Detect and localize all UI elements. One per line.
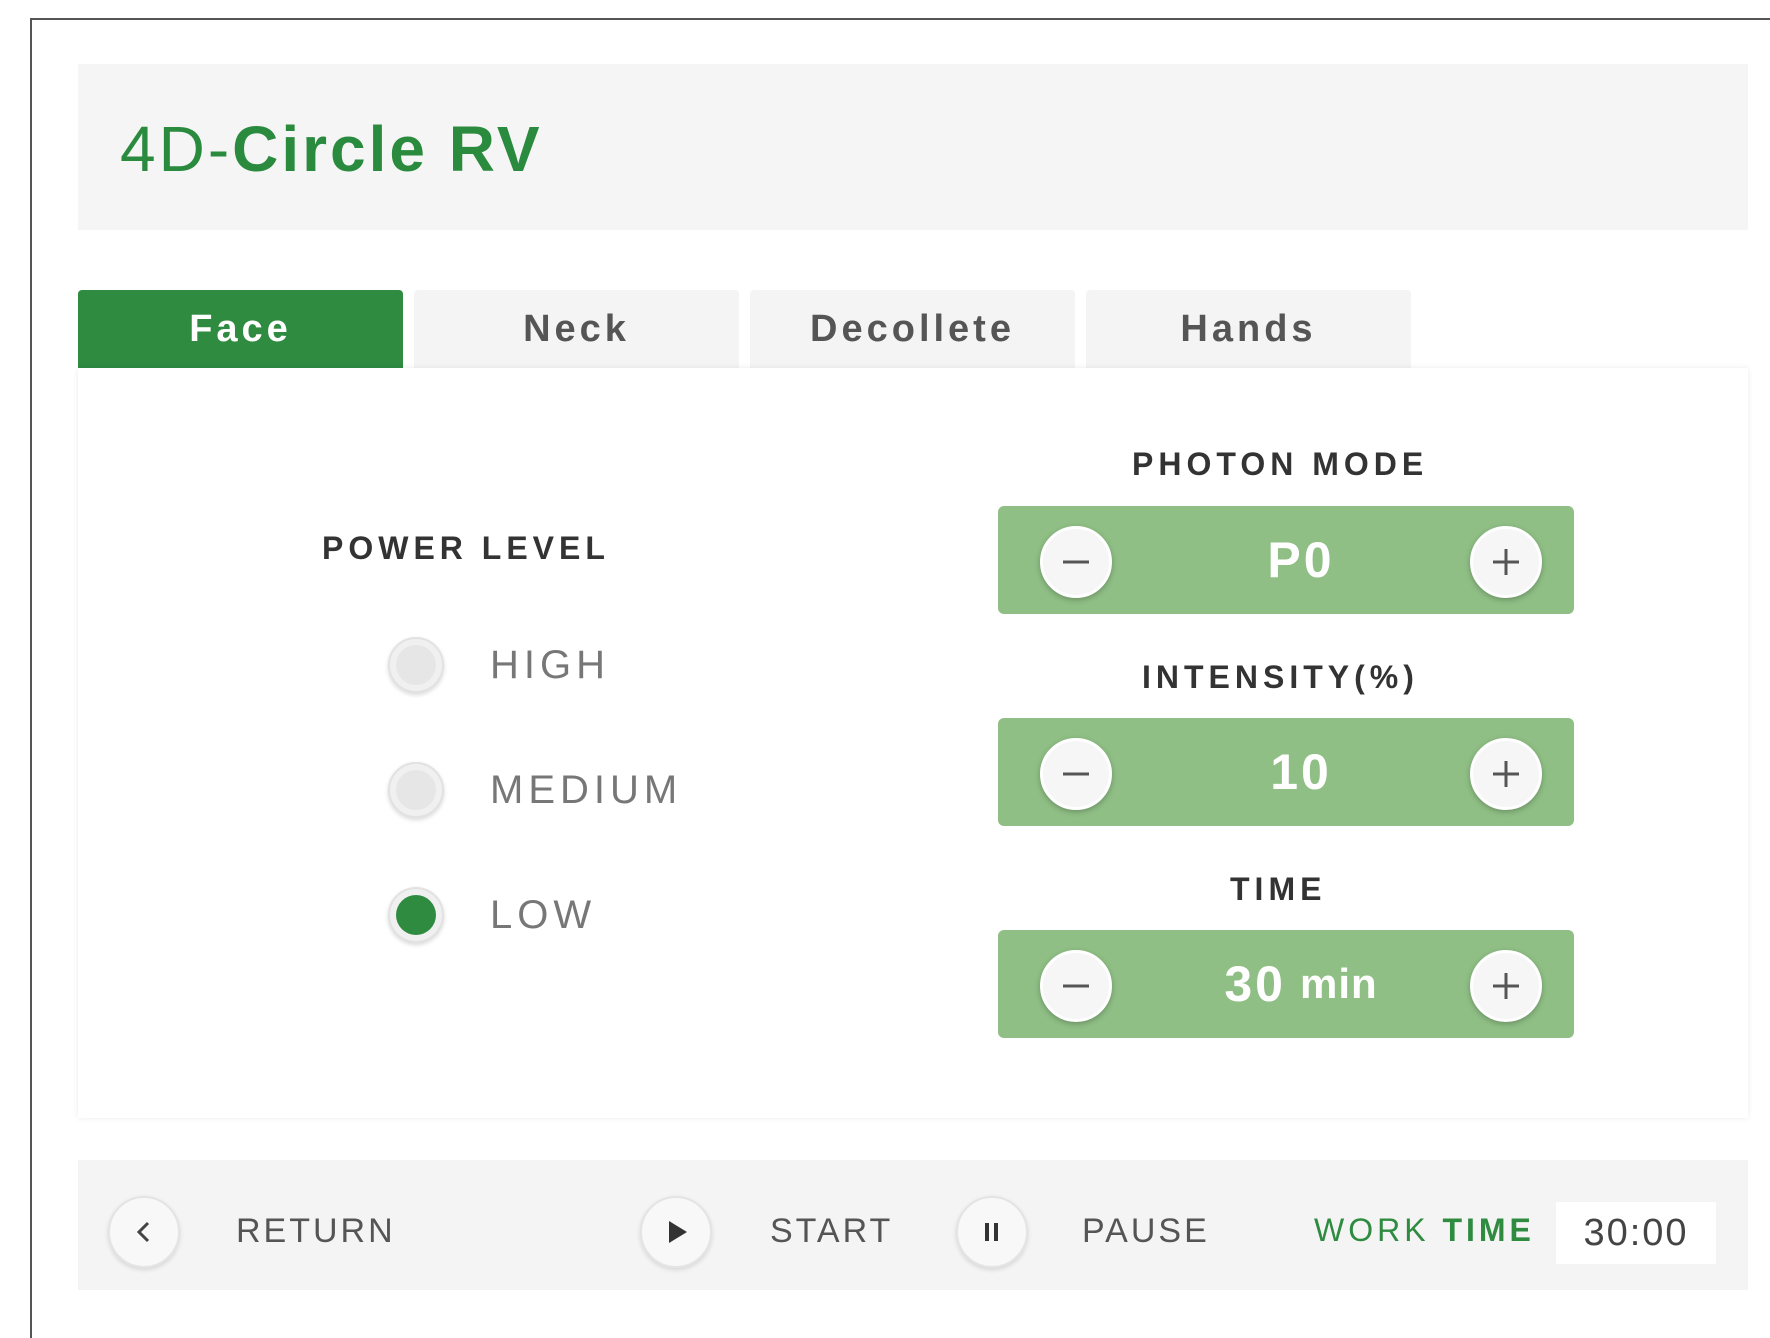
time-value: 30 bbox=[1224, 956, 1286, 1012]
work-time-label: WORK TIME bbox=[1314, 1212, 1535, 1249]
plus-icon bbox=[1493, 549, 1519, 575]
time-stepper: 30 min bbox=[998, 930, 1574, 1038]
power-level-label: POWER LEVEL bbox=[322, 530, 610, 566]
return-label[interactable]: RETURN bbox=[236, 1212, 396, 1251]
power-option-low-label: LOW bbox=[490, 892, 597, 937]
pause-label[interactable]: PAUSE bbox=[1082, 1212, 1210, 1251]
tab-face[interactable]: Face bbox=[78, 290, 403, 368]
tab-hands[interactable]: Hands bbox=[1086, 290, 1411, 368]
play-icon bbox=[669, 1221, 687, 1243]
app-title: 4D-Circle RV bbox=[120, 112, 543, 186]
tab-decollete[interactable]: Decollete bbox=[750, 290, 1075, 368]
power-option-high-label: HIGH bbox=[490, 642, 610, 687]
photon-mode-value: P0 bbox=[1267, 532, 1335, 588]
time-label: TIME bbox=[1230, 871, 1327, 907]
power-option-high[interactable]: HIGH bbox=[388, 633, 610, 697]
return-button[interactable] bbox=[108, 1196, 180, 1268]
work-time-label-light: WORK bbox=[1314, 1212, 1430, 1248]
power-option-medium[interactable]: MEDIUM bbox=[388, 758, 682, 822]
photon-plus-button[interactable] bbox=[1470, 526, 1542, 598]
time-unit: min bbox=[1299, 960, 1378, 1007]
plus-icon bbox=[1493, 761, 1519, 787]
work-time-value: 30:00 bbox=[1556, 1202, 1716, 1264]
photon-mode-label: PHOTON MODE bbox=[1132, 446, 1429, 482]
radio-low[interactable] bbox=[388, 887, 444, 943]
work-time-label-bold: TIME bbox=[1442, 1212, 1535, 1248]
start-button[interactable] bbox=[640, 1196, 712, 1268]
minus-icon bbox=[1063, 984, 1089, 988]
photon-minus-button[interactable] bbox=[1040, 526, 1112, 598]
intensity-plus-button[interactable] bbox=[1470, 738, 1542, 810]
app-title-name: Circle RV bbox=[232, 113, 543, 185]
radio-high[interactable] bbox=[388, 637, 444, 693]
plus-icon bbox=[1493, 973, 1519, 999]
intensity-stepper: 10 bbox=[998, 718, 1574, 826]
chevron-left-icon bbox=[136, 1221, 150, 1243]
minus-icon bbox=[1063, 772, 1089, 776]
tab-neck[interactable]: Neck bbox=[414, 290, 739, 368]
start-label[interactable]: START bbox=[770, 1212, 893, 1251]
radio-medium[interactable] bbox=[388, 762, 444, 818]
photon-mode-stepper: P0 bbox=[998, 506, 1574, 614]
time-minus-button[interactable] bbox=[1040, 950, 1112, 1022]
power-option-medium-label: MEDIUM bbox=[490, 767, 683, 812]
app-title-prefix: 4D- bbox=[120, 113, 233, 185]
time-value-wrap: 30 min bbox=[1148, 930, 1454, 1038]
pause-button[interactable] bbox=[956, 1196, 1028, 1268]
power-option-low[interactable]: LOW bbox=[388, 883, 596, 947]
intensity-value: 10 bbox=[1270, 744, 1332, 800]
intensity-label: INTENSITY(%) bbox=[1142, 659, 1419, 695]
time-plus-button[interactable] bbox=[1470, 950, 1542, 1022]
intensity-minus-button[interactable] bbox=[1040, 738, 1112, 810]
pause-icon bbox=[985, 1223, 998, 1241]
minus-icon bbox=[1063, 560, 1089, 564]
